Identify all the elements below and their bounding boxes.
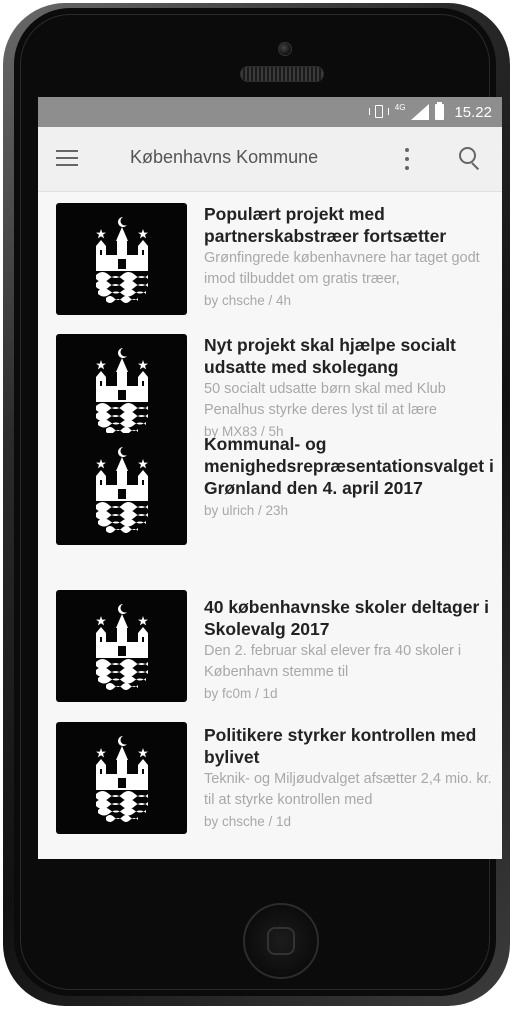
article-title[interactable]: 40 københavnske skoler deltager i Skolev…: [204, 596, 502, 640]
article-thumbnail: [56, 433, 187, 545]
article-thumbnail: [56, 590, 187, 702]
article-meta: by ulrich / 23h: [204, 503, 289, 518]
article-title[interactable]: Politikere styrker kontrollen med bylive…: [204, 724, 502, 768]
status-bar: 4G 15.22: [38, 97, 502, 127]
phone-screen: 4G 15.22 Københavns Kommune Populært pro…: [38, 97, 502, 859]
status-time: 15.22: [454, 103, 492, 121]
menu-icon[interactable]: [56, 150, 78, 166]
signal-icon: [411, 104, 430, 120]
article-meta: by chsche / 4h: [204, 293, 292, 308]
home-button[interactable]: [243, 903, 319, 979]
copenhagen-coat-of-arms-icon: [96, 217, 148, 303]
article-thumbnail: [56, 334, 187, 446]
article-summary: Den 2. februar skal elever fra 40 skoler…: [204, 643, 462, 680]
article-title[interactable]: Kommunal- og menighedsrepræsentationsval…: [204, 433, 502, 499]
article-meta: by chsche / 1d: [204, 814, 292, 829]
front-camera: [278, 42, 292, 56]
app-title: Københavns Kommune: [130, 147, 319, 167]
vibrate-icon: [368, 104, 389, 120]
article-meta: by fc0m / 1d: [204, 686, 278, 701]
copenhagen-coat-of-arms-icon: [96, 736, 148, 822]
copenhagen-coat-of-arms-icon: [96, 348, 148, 434]
article-title[interactable]: Populært projekt med partnerskabstræer f…: [204, 203, 502, 247]
article-thumbnail: [56, 722, 187, 834]
article-thumbnail: [56, 203, 187, 315]
copenhagen-coat-of-arms-icon: [96, 604, 148, 690]
app-bar: Københavns Kommune: [38, 127, 502, 192]
earpiece-speaker: [240, 66, 324, 82]
network-type: 4G: [394, 102, 406, 112]
more-vert-icon[interactable]: [405, 148, 409, 170]
copenhagen-coat-of-arms-icon: [96, 447, 148, 533]
article-summary: Teknik- og Miljøudvalget afsætter 2,4 mi…: [204, 771, 492, 808]
article-summary: Grønfingrede københavnere har taget godt…: [204, 250, 480, 287]
battery-icon: [435, 102, 445, 120]
article-title[interactable]: Nyt projekt skal hjælpe socialt udsatte …: [204, 334, 502, 378]
article-summary: 50 socialt udsatte børn skal med Klub Pe…: [204, 381, 446, 418]
search-icon[interactable]: [458, 146, 482, 170]
